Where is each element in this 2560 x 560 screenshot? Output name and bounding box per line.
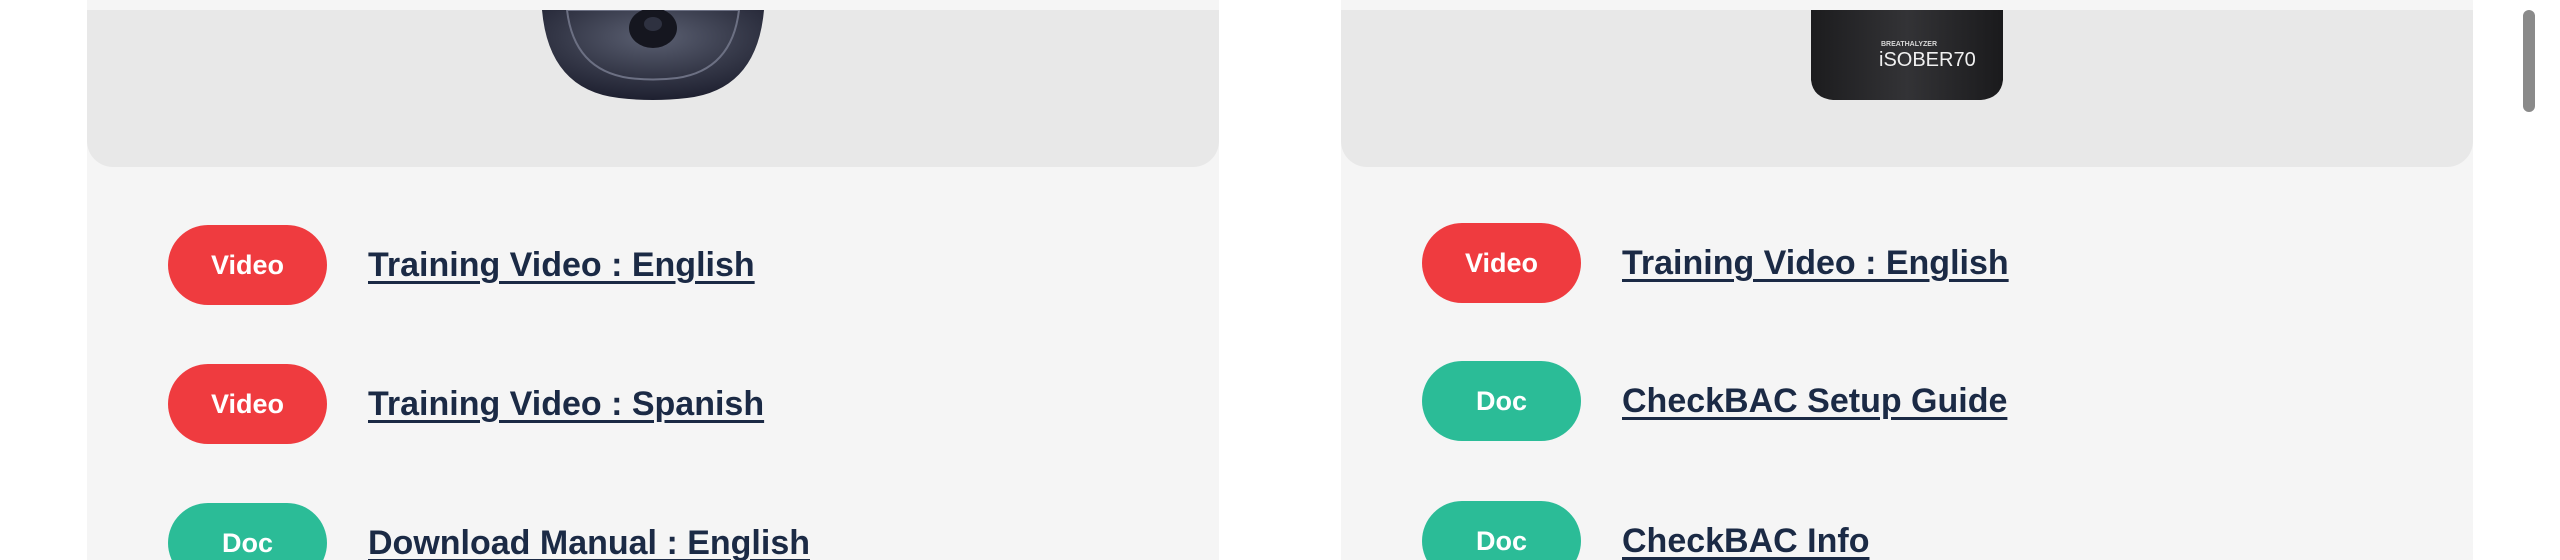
product-image-camera [87, 10, 1219, 167]
isober-device-graphic: BREATHALYZER iSOBER70 [1811, 10, 2003, 100]
video-badge: Video [168, 364, 327, 444]
doc-badge: Doc [168, 503, 327, 560]
checkbac-setup-guide-link[interactable]: CheckBAC Setup Guide [1622, 382, 2007, 421]
resource-item: Video Training Video : Spanish [168, 364, 764, 444]
resource-item: Video Training Video : English [1422, 223, 2009, 303]
product-card-right: BREATHALYZER iSOBER70 Video Training Vid… [1341, 0, 2473, 560]
resource-item: Doc Download Manual : English [168, 503, 810, 560]
doc-badge: Doc [1422, 501, 1581, 560]
training-video-spanish-link[interactable]: Training Video : Spanish [368, 385, 764, 424]
resource-item: Doc CheckBAC Info [1422, 501, 1869, 560]
training-video-english-link[interactable]: Training Video : English [1622, 244, 2009, 283]
download-manual-english-link[interactable]: Download Manual : English [368, 524, 810, 560]
training-video-english-link[interactable]: Training Video : English [368, 246, 755, 285]
device-model-text: iSOBER70 [1879, 49, 1976, 71]
checkbac-info-link[interactable]: CheckBAC Info [1622, 522, 1869, 560]
product-card-left: Video Training Video : English Video Tra… [87, 0, 1219, 560]
resource-item: Doc CheckBAC Setup Guide [1422, 361, 2007, 441]
doc-badge: Doc [1422, 361, 1581, 441]
camera-device-graphic [542, 10, 764, 100]
device-brand-text: BREATHALYZER [1881, 41, 1937, 48]
video-badge: Video [168, 225, 327, 305]
scrollbar-thumb[interactable] [2523, 10, 2535, 112]
product-image-isober: BREATHALYZER iSOBER70 [1341, 10, 2473, 167]
page-scrollbar[interactable] [2521, 0, 2537, 560]
video-badge: Video [1422, 223, 1581, 303]
resource-item: Video Training Video : English [168, 225, 755, 305]
page-viewport: Video Training Video : English Video Tra… [0, 0, 2560, 560]
